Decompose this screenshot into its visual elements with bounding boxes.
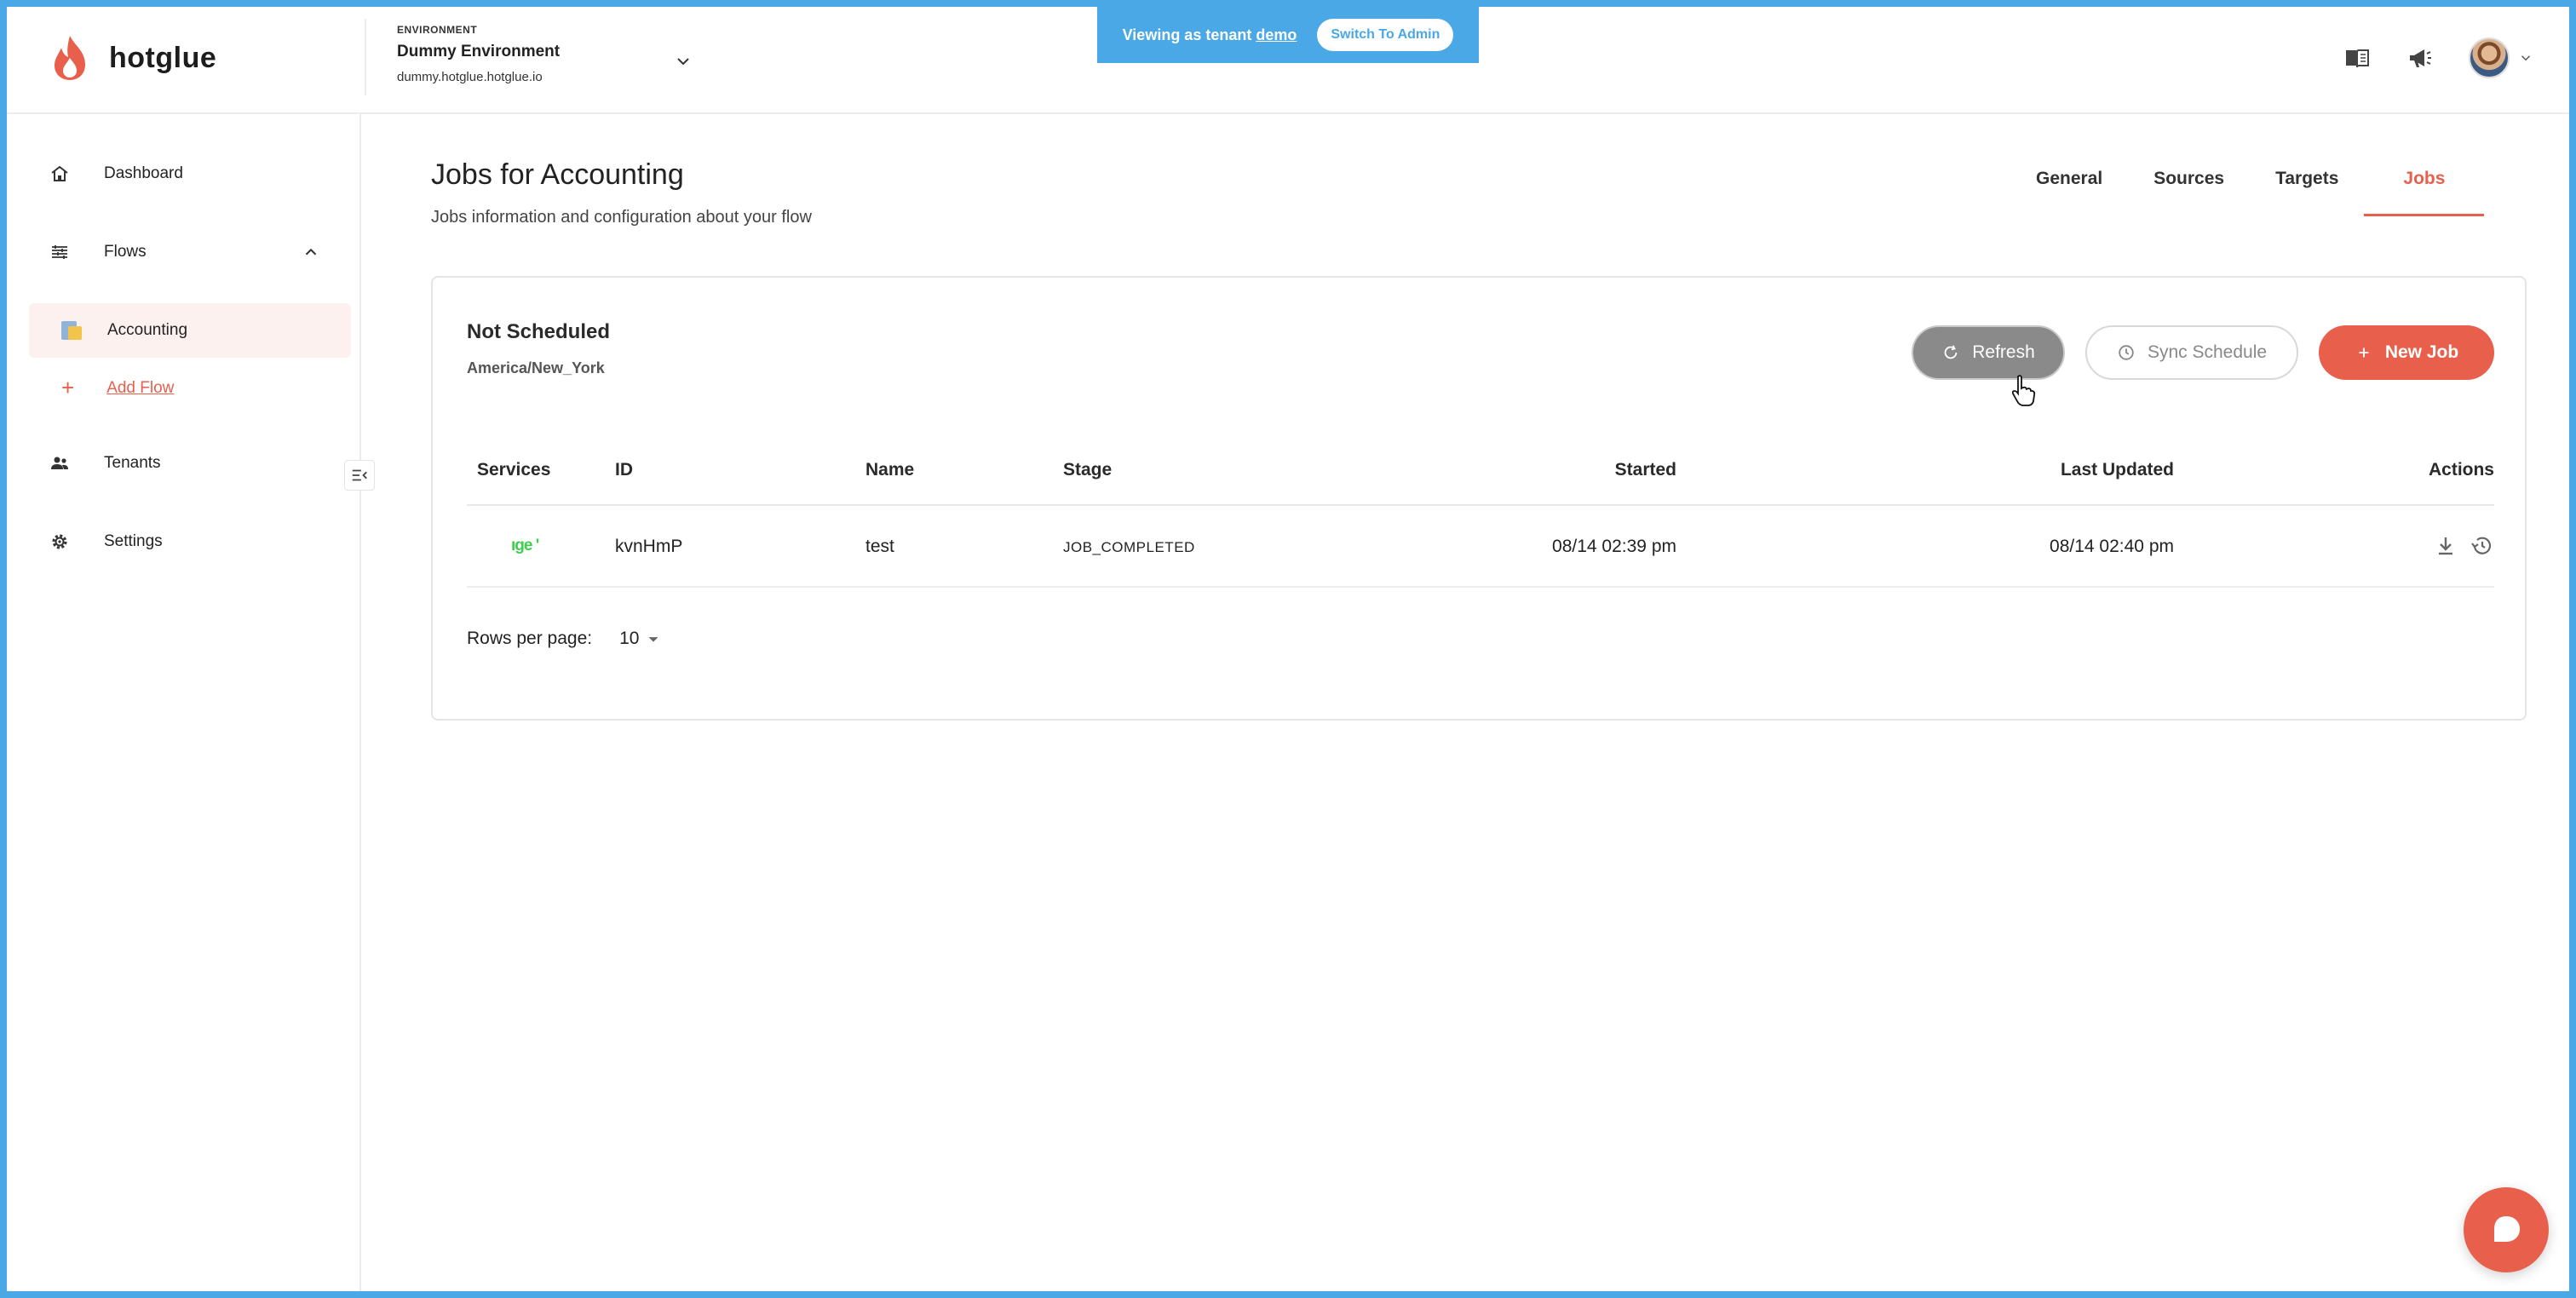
sidebar-item-label: Settings: [104, 532, 163, 550]
tab-jobs[interactable]: Jobs: [2364, 158, 2485, 216]
sidebar-item-accounting[interactable]: Accounting: [29, 303, 351, 358]
rows-per-page-label: Rows per page:: [467, 629, 593, 648]
job-stage: JOB_COMPLETED: [1063, 539, 1195, 555]
announcement-megaphone-icon[interactable]: [2406, 43, 2435, 72]
sidebar-item-label: Dashboard: [104, 164, 183, 182]
column-header-last-updated: Last Updated: [2060, 460, 2174, 480]
home-icon: [51, 165, 68, 181]
chat-bubble-icon: [2494, 1216, 2520, 1242]
plus-icon: [2359, 347, 2369, 358]
new-job-button[interactable]: New Job: [2319, 325, 2494, 380]
table-row[interactable]: ıge ' kvnHmP test JOB_COMPLETED 08/14 02…: [467, 506, 2494, 588]
flame-logo-icon: [55, 36, 85, 80]
job-id: kvnHmP: [615, 537, 683, 556]
sync-schedule-button[interactable]: Sync Schedule: [2085, 325, 2298, 380]
new-job-label: New Job: [2384, 342, 2459, 362]
caret-down-icon: [648, 637, 658, 642]
sidebar-item-settings[interactable]: Settings: [49, 531, 163, 552]
sidebar-item-label: Tenants: [104, 454, 161, 472]
job-started: 08/14 02:39 pm: [1552, 537, 1676, 556]
docs-book-icon[interactable]: [2343, 43, 2372, 72]
sidebar: Dashboard Flows Accounting + Add Flow Te…: [0, 114, 361, 1298]
tenant-banner: Viewing as tenant demo Switch To Admin: [1097, 7, 1479, 63]
schedule-timezone: America/New_York: [467, 359, 605, 376]
users-icon: [51, 457, 68, 469]
pagination: Rows per page: 10: [467, 629, 663, 649]
sidebar-item-label: Flows: [104, 243, 147, 261]
hand-cursor-icon: [2011, 375, 2036, 406]
sidebar-item-flows[interactable]: Flows: [49, 242, 147, 262]
job-last-updated: 08/14 02:40 pm: [2050, 537, 2174, 556]
chat-widget-button[interactable]: [2464, 1187, 2549, 1272]
refresh-label: Refresh: [1972, 342, 2035, 362]
column-header-services: Services: [477, 460, 551, 480]
column-header-id: ID: [615, 460, 633, 480]
chevron-up-icon[interactable]: [302, 243, 320, 261]
chevron-down-icon[interactable]: [673, 51, 693, 72]
rows-per-page-value: 10: [619, 629, 640, 648]
environment-label: ENVIRONMENT: [397, 24, 478, 36]
header-actions: [2343, 37, 2533, 78]
page-title: Jobs for Accounting: [431, 158, 684, 191]
collapse-sidebar-button[interactable]: [344, 460, 375, 491]
add-flow-label: Add Flow: [106, 378, 175, 397]
column-header-started: Started: [1614, 460, 1676, 480]
tenant-banner-text: Viewing as tenant demo: [1122, 26, 1297, 43]
environment-name: Dummy Environment: [397, 43, 561, 60]
add-flow-link[interactable]: + Add Flow: [61, 375, 174, 401]
jobs-table: Services ID Name Stage Started Last Upda…: [467, 438, 2494, 588]
sidebar-item-tenants[interactable]: Tenants: [49, 453, 161, 474]
flow-tabs: General Sources Targets Jobs: [2010, 158, 2485, 218]
switch-to-admin-button[interactable]: Switch To Admin: [1317, 19, 1454, 51]
tab-targets[interactable]: Targets: [2250, 158, 2364, 216]
flows-icon: [52, 245, 67, 259]
history-icon[interactable]: [2469, 533, 2494, 559]
page-subtitle: Jobs information and configuration about…: [431, 208, 812, 227]
brand-name: hotglue: [109, 41, 217, 74]
tab-general[interactable]: General: [2010, 158, 2128, 216]
brand-logo[interactable]: hotglue: [49, 34, 216, 82]
jobs-card: Not Scheduled America/New_York Refresh S…: [431, 276, 2527, 721]
collapse-menu-icon: [352, 469, 367, 481]
service-logo: ıge ': [511, 537, 539, 554]
environment-url: dummy.hotglue.hotglue.io: [397, 70, 543, 84]
download-icon[interactable]: [2433, 533, 2458, 559]
column-header-stage: Stage: [1063, 460, 1113, 480]
sidebar-item-dashboard[interactable]: Dashboard: [49, 164, 183, 184]
sync-schedule-label: Sync Schedule: [2147, 342, 2268, 362]
avatar[interactable]: [2469, 37, 2510, 78]
tenant-link[interactable]: demo: [1256, 26, 1297, 43]
refresh-button[interactable]: Refresh: [1912, 325, 2065, 380]
column-header-actions: Actions: [2428, 460, 2494, 480]
plus-icon: +: [61, 375, 75, 400]
column-header-name: Name: [865, 460, 915, 480]
accounting-app-icon: [61, 319, 82, 342]
environment-selector[interactable]: ENVIRONMENT Dummy Environment dummy.hotg…: [365, 19, 705, 95]
tab-sources[interactable]: Sources: [2128, 158, 2250, 216]
gear-icon: [52, 534, 67, 549]
clock-icon: [2119, 345, 2134, 360]
refresh-icon: [1944, 345, 1958, 359]
rows-per-page-select[interactable]: 10: [619, 629, 663, 649]
chevron-down-icon[interactable]: [2518, 50, 2533, 66]
row-actions: [2433, 533, 2494, 559]
user-menu[interactable]: [2469, 37, 2533, 78]
job-name: test: [865, 537, 894, 556]
sidebar-item-label: Accounting: [107, 321, 188, 339]
schedule-status: Not Scheduled: [467, 320, 611, 343]
table-header: Services ID Name Stage Started Last Upda…: [467, 438, 2494, 506]
